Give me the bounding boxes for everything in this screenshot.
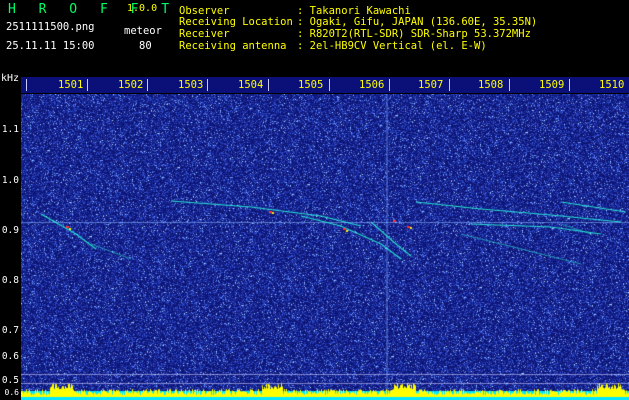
capture-timestamp: 25.11.11 15:00 [6, 40, 95, 52]
freq-label-0-6: 0.6 [1, 351, 19, 362]
observer-label: Observer [179, 5, 230, 17]
time-label-1504: 1504 [238, 79, 264, 91]
time-tick [569, 79, 570, 91]
time-label-1501: 1501 [58, 79, 84, 91]
freq-label-1-1: 1.1 [1, 124, 19, 135]
antenna-label: Receiving antenna [179, 40, 287, 52]
location-value: : Ogaki, Gifu, JAPAN (136.60E, 35.35N) [297, 16, 538, 28]
freq-label-0-6-bottom: 0.6 [4, 388, 19, 397]
time-tick [449, 79, 450, 91]
receiver-label: Receiver [179, 28, 230, 40]
time-tick [389, 79, 390, 91]
time-tick [147, 79, 148, 91]
meteor-count: 80 [139, 40, 152, 52]
frequency-unit-label: kHz [1, 73, 20, 84]
freq-label-0-7: 0.7 [1, 325, 19, 336]
time-label-1509: 1509 [539, 79, 565, 91]
time-axis: 1501 1502 1503 1504 1505 1506 1507 1508 … [21, 77, 629, 93]
hrofft-screen: H R O F F T 1.0.0 2511111500.png 25.11.1… [0, 0, 629, 400]
spectrogram-canvas [21, 94, 629, 400]
time-label-1502: 1502 [118, 79, 144, 91]
freq-label-0-8: 0.8 [1, 275, 19, 286]
time-label-1506: 1506 [359, 79, 385, 91]
antenna-value: : 2el-HB9CV Vertical (el. E-W) [297, 40, 487, 52]
time-tick [509, 79, 510, 91]
time-label-1505: 1505 [298, 79, 324, 91]
time-tick [268, 79, 269, 91]
app-version: 1.0.0 [127, 3, 158, 14]
time-tick [87, 79, 88, 91]
image-filename: 2511111500.png [6, 21, 95, 33]
time-label-1507: 1507 [418, 79, 444, 91]
time-label-1503: 1503 [178, 79, 204, 91]
location-label: Receiving Location [179, 16, 293, 28]
time-tick [207, 79, 208, 91]
time-label-1508: 1508 [478, 79, 504, 91]
time-label-1510: 1510 [599, 79, 625, 91]
spectrogram-waterfall [21, 94, 629, 400]
mode-label: meteor [124, 25, 162, 37]
freq-label-0-5: 0.5 [1, 375, 19, 386]
observer-value: : Takanori Kawachi [297, 5, 411, 17]
freq-label-1-0: 1.0 [1, 175, 19, 186]
receiver-value: : R820T2(RTL-SDR) SDR-Sharp 53.372MHz [297, 28, 531, 40]
time-tick [26, 79, 27, 91]
freq-label-0-9: 0.9 [1, 225, 19, 236]
time-tick [329, 79, 330, 91]
